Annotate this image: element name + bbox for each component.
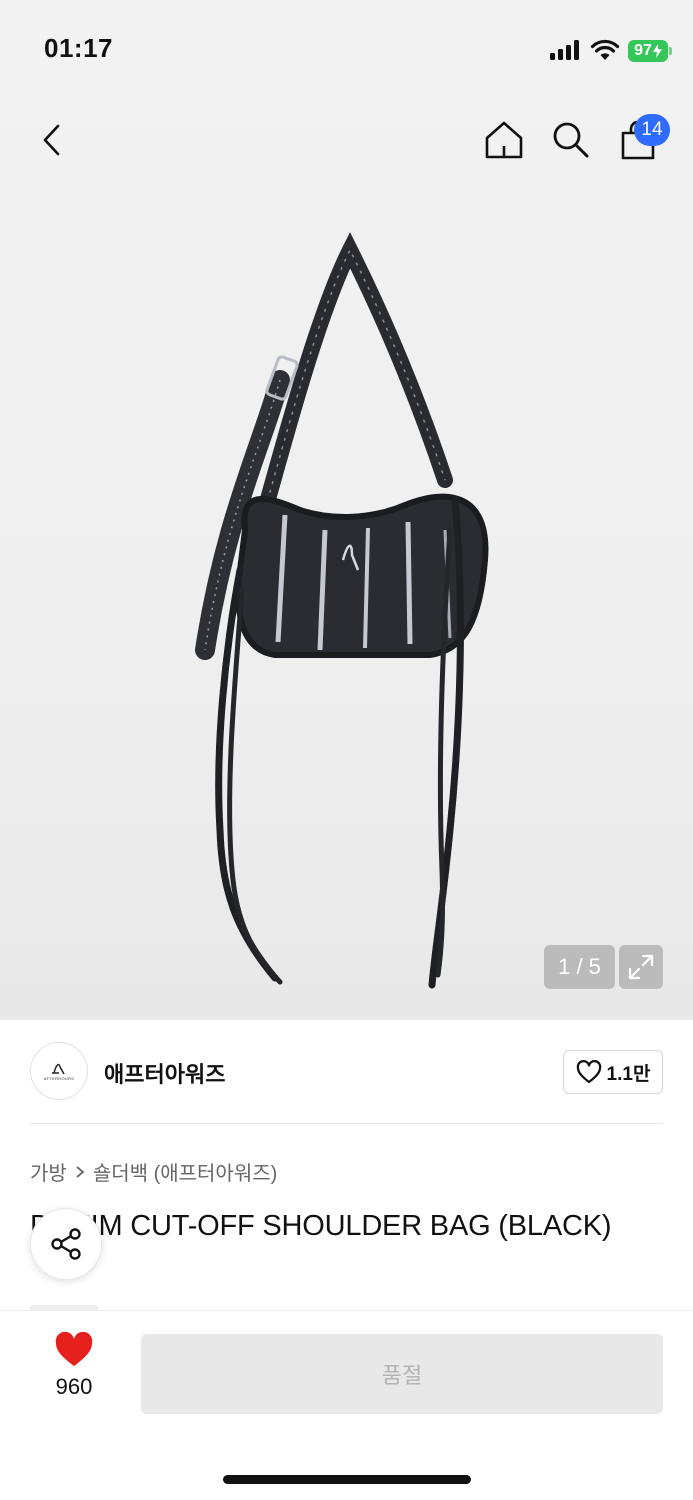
breadcrumb-category[interactable]: 가방 [30, 1157, 67, 1186]
battery-indicator: 97 [628, 40, 668, 62]
wishlist-count: 960 [55, 1374, 93, 1399]
divider [30, 1123, 663, 1124]
product-title: DENIM CUT-OFF SHOULDER BAG (BLACK) [30, 1210, 612, 1242]
product-gallery[interactable]: 01:17 97 14 1 / 5 [0, 0, 693, 1020]
expand-icon [628, 954, 654, 980]
brand-logo-text: AFTERHOURS [43, 1076, 75, 1081]
brand-like-count: 1.1만 [606, 1063, 651, 1085]
brand-logo[interactable]: AFTERHOURS [30, 1042, 88, 1100]
back-button[interactable] [30, 118, 74, 162]
heart-icon [55, 1332, 93, 1366]
status-time: 01:17 [44, 33, 113, 63]
home-button[interactable] [482, 118, 526, 162]
brand-name[interactable]: 애프터아워즈 [104, 1057, 225, 1089]
brand-like-button[interactable]: 1.1만 [563, 1050, 663, 1094]
status-bar: 01:17 97 [0, 0, 693, 100]
product-image[interactable] [180, 230, 510, 1000]
charging-bolt-icon [652, 44, 662, 58]
cart-count-badge[interactable]: 14 [634, 114, 670, 146]
wifi-icon [590, 39, 620, 60]
battery-tip [669, 47, 672, 55]
breadcrumb: 가방 숄더백 (애프터아워즈) [30, 1157, 277, 1186]
search-icon [553, 122, 589, 158]
back-icon [43, 124, 60, 156]
home-indicator [223, 1475, 471, 1484]
breadcrumb-subcategory[interactable]: 숄더백 (애프터아워즈) [93, 1157, 277, 1186]
home-icon [485, 121, 523, 159]
brand-logo-mark [52, 1063, 65, 1075]
heart-outline-icon [576, 1060, 601, 1084]
share-icon [51, 1228, 81, 1260]
cellular-signal-icon [550, 40, 580, 60]
sold-out-button[interactable]: 품절 [141, 1334, 663, 1414]
gallery-counter: 1 / 5 [544, 945, 615, 989]
wishlist-button[interactable]: 960 [30, 1332, 118, 1412]
search-button[interactable] [549, 118, 593, 162]
chevron-right-icon [76, 1165, 85, 1178]
battery-level: 97 [634, 42, 652, 59]
expand-button[interactable] [619, 945, 663, 989]
share-button[interactable] [30, 1208, 102, 1280]
